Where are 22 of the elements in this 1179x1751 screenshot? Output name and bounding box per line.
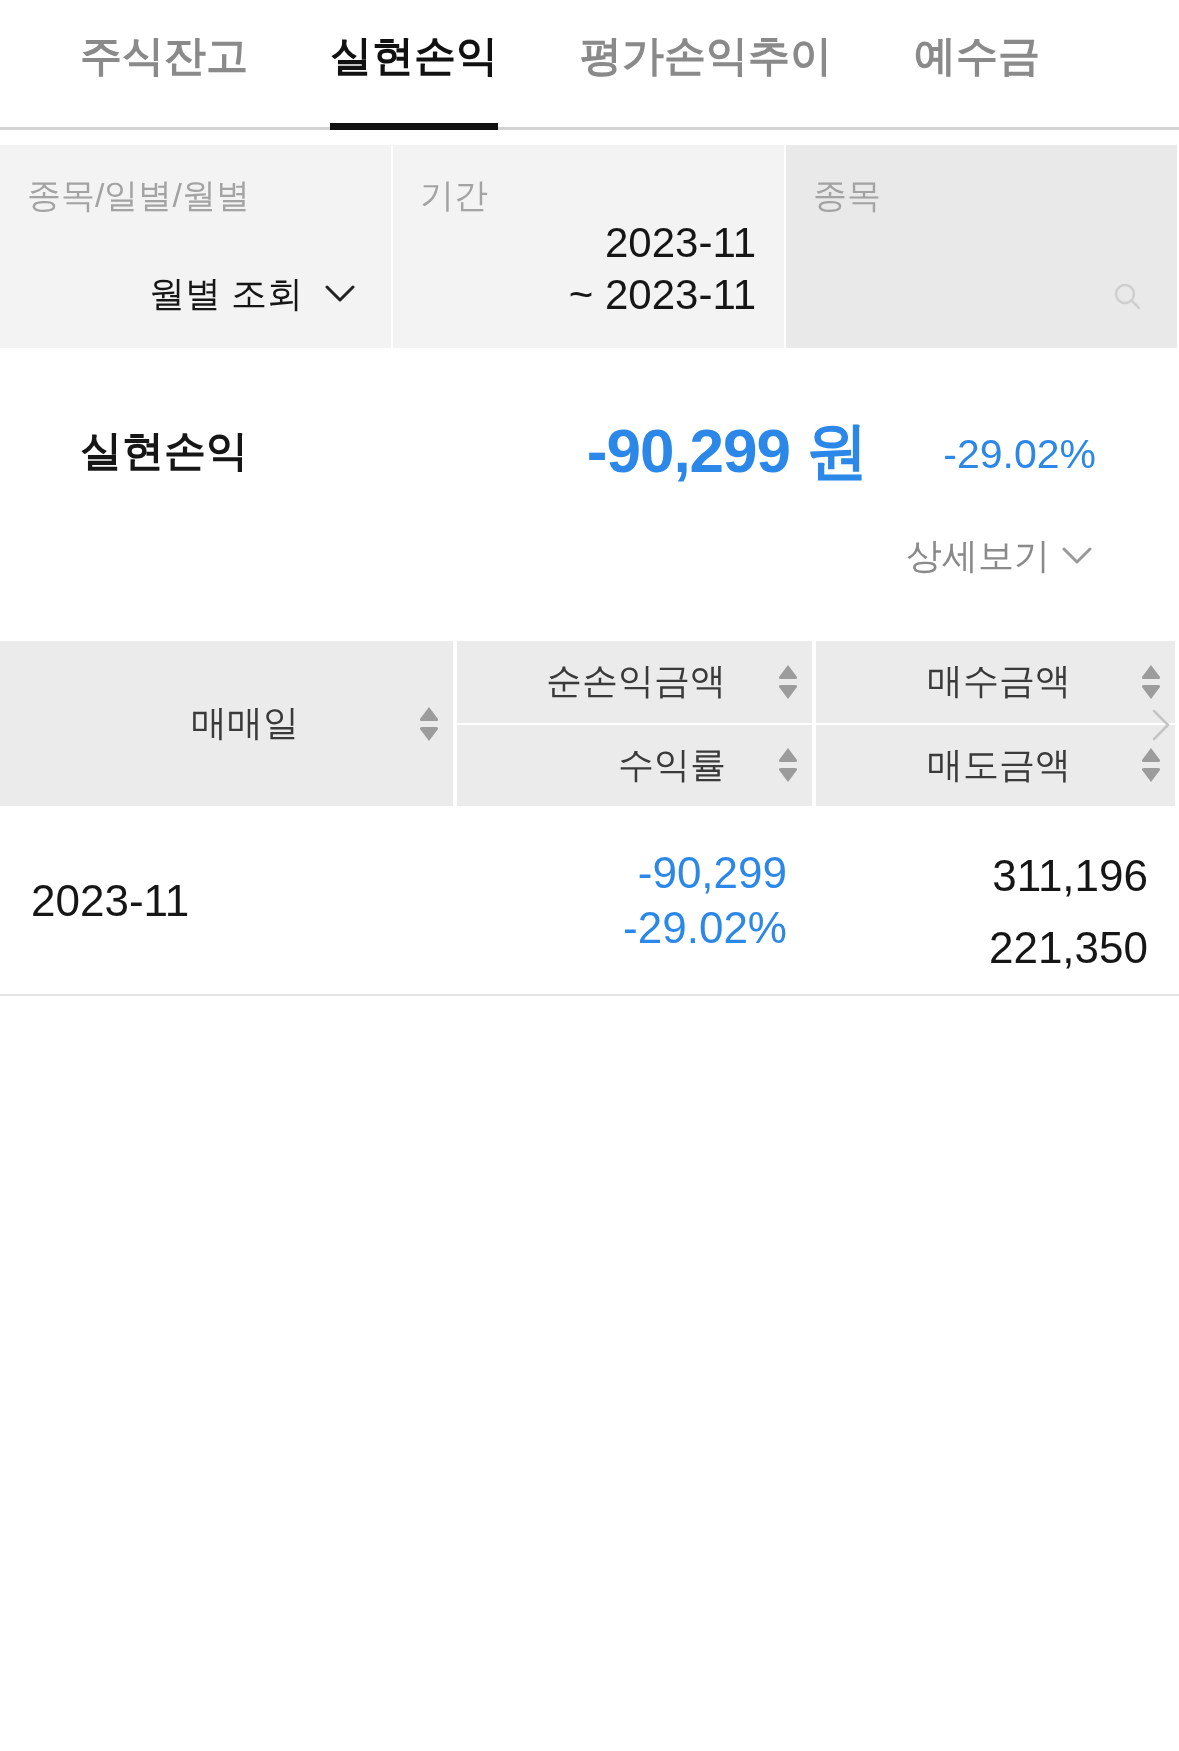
column-header[interactable]: 순손익금액 xyxy=(457,641,812,723)
chevron-down-icon xyxy=(1062,547,1092,565)
table-cell-text: 221,350 xyxy=(988,921,1148,974)
column-header[interactable]: 매수금액 xyxy=(816,641,1175,723)
table-cell-text: -29.02% xyxy=(623,902,787,954)
chevron-down-icon xyxy=(325,285,355,303)
summary-label: 실현손익 xyxy=(80,426,248,476)
filter-label: 종목/일별/월별 xyxy=(27,176,250,214)
view-dropdown[interactable]: 월별 조회 xyxy=(149,272,355,316)
column-header[interactable]: 수익률 xyxy=(457,724,812,806)
profit-rate: -29.02% xyxy=(943,430,1096,478)
search-icon xyxy=(1113,282,1141,310)
tab[interactable]: 실현손익 xyxy=(330,0,498,130)
filter-label: 기간 xyxy=(420,176,488,214)
column-header[interactable]: 매매일 xyxy=(0,641,453,806)
profit-amount: -90,299 원 xyxy=(586,415,868,487)
period-button[interactable]: 2023-11 ~ 2023-11 xyxy=(568,217,756,321)
column-header[interactable]: 매도금액 xyxy=(816,724,1175,806)
table-cell-text: -90,299 xyxy=(637,847,787,899)
table-cell-text: 2023-11 xyxy=(31,874,190,927)
chevron-right-icon xyxy=(1152,709,1170,741)
table-cell-text: 311,196 xyxy=(992,849,1148,902)
